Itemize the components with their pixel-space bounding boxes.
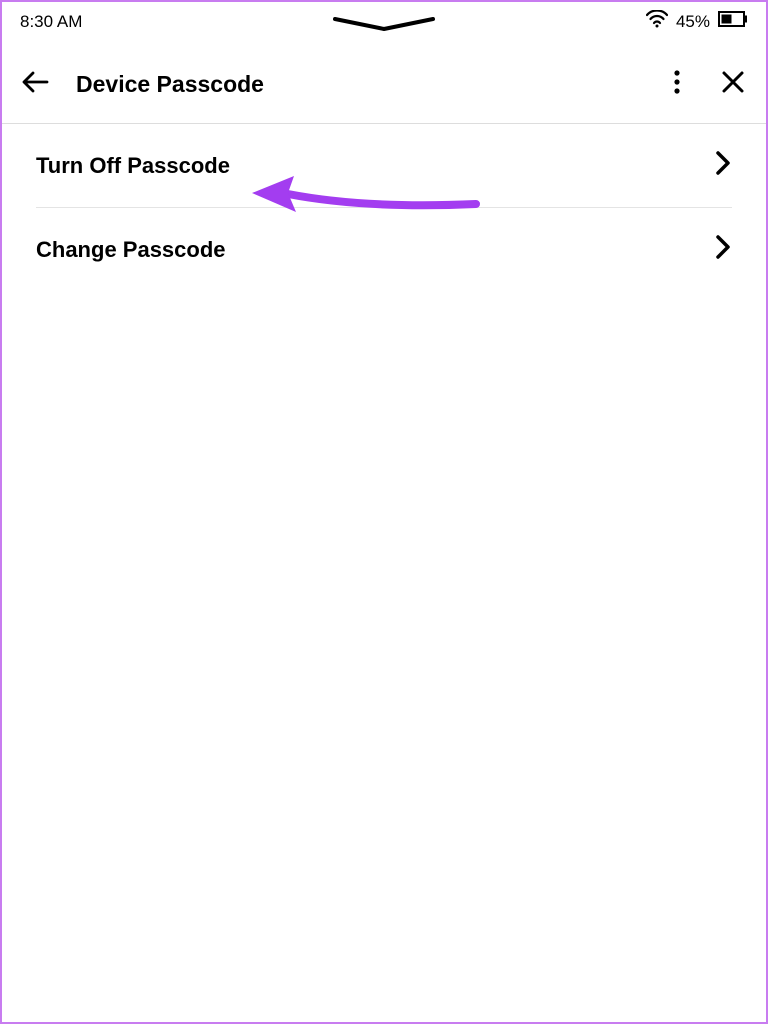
battery-percentage: 45%	[676, 12, 710, 32]
arrow-left-icon	[21, 70, 49, 99]
header-actions	[662, 69, 748, 99]
battery-icon	[718, 11, 748, 32]
settings-list: Turn Off Passcode Change Passcode	[2, 124, 766, 291]
status-indicators: 45%	[646, 10, 748, 33]
drag-handle-icon[interactable]	[329, 16, 439, 39]
status-time: 8:30 AM	[20, 12, 82, 32]
more-button[interactable]	[662, 69, 692, 99]
list-item-label: Change Passcode	[36, 237, 226, 263]
turn-off-passcode-item[interactable]: Turn Off Passcode	[36, 124, 732, 207]
list-item-label: Turn Off Passcode	[36, 153, 230, 179]
close-icon	[721, 70, 745, 99]
more-vertical-icon	[673, 69, 681, 100]
chevron-right-icon	[714, 234, 732, 265]
change-passcode-item[interactable]: Change Passcode	[36, 207, 732, 291]
chevron-right-icon	[714, 150, 732, 181]
page-title: Device Passcode	[76, 71, 662, 98]
back-button[interactable]	[20, 69, 50, 99]
wifi-icon	[646, 10, 668, 33]
page-header: Device Passcode	[2, 49, 766, 124]
close-button[interactable]	[718, 69, 748, 99]
